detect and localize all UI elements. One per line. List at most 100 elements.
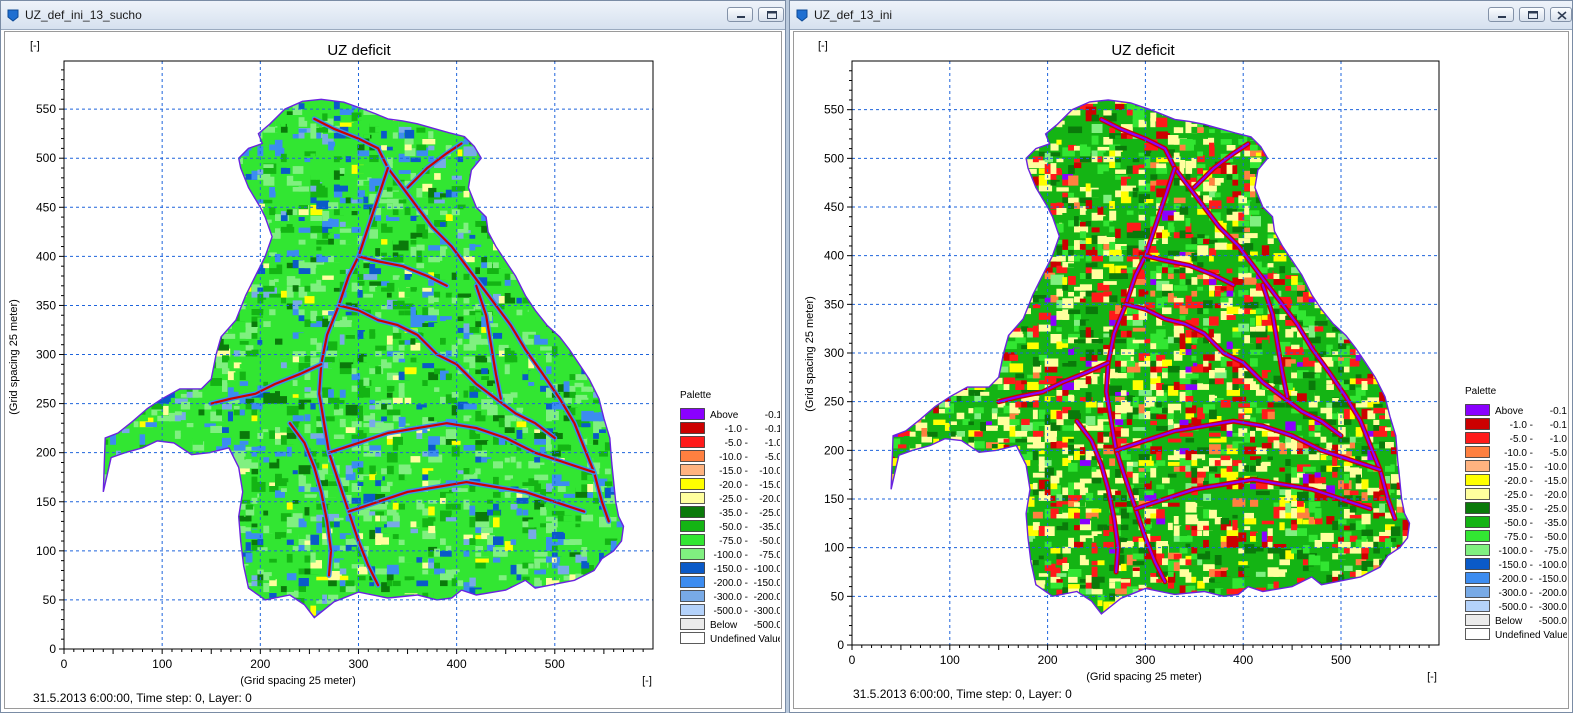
palette-label: -35.0 - xyxy=(719,508,748,519)
minimize-icon xyxy=(737,16,745,18)
palette-label: -75.0 - xyxy=(719,536,748,547)
palette-value: -150.0 xyxy=(754,578,783,589)
map-window-right[interactable]: UZ_def_13_ini [-] UZ deficit 0 100 200 300 4… xyxy=(789,0,1573,713)
unit-label-top: [-] xyxy=(30,40,40,52)
palette-label: -500.0 - xyxy=(1499,602,1533,613)
palette-swatch xyxy=(1465,460,1490,472)
palette-swatch xyxy=(1465,558,1490,570)
map-chart-area[interactable]: [-] UZ deficit 0 100 200 300 400 500 0 50 100 150… xyxy=(793,31,1569,709)
palette-label: -200.0 - xyxy=(1499,574,1533,585)
close-button[interactable] xyxy=(1550,7,1572,22)
y-tick-label: 350 xyxy=(824,297,844,311)
unit-label-bottom: [-] xyxy=(1427,671,1437,683)
close-icon xyxy=(1557,11,1567,20)
palette-swatch xyxy=(1465,418,1490,430)
window-title: UZ_def_13_ini xyxy=(814,8,893,22)
palette-value: -20.0 xyxy=(1544,490,1567,501)
restore-button[interactable] xyxy=(1519,7,1545,22)
palette-label: Undefined Value xyxy=(710,634,783,645)
palette-swatch xyxy=(680,478,705,490)
palette-swatch xyxy=(680,506,705,518)
x-tick-label: 500 xyxy=(545,657,565,671)
y-tick-label: 250 xyxy=(824,395,844,409)
palette-swatch xyxy=(1465,544,1490,556)
x-tick-label: 200 xyxy=(1038,653,1058,667)
palette-value: -25.0 xyxy=(1544,504,1567,515)
palette-value: -75.0 xyxy=(1544,546,1567,557)
y-axis-label: (Grid spacing 25 meter) xyxy=(804,296,816,412)
map-chart-area[interactable]: [-] UZ deficit 0 100 200 300 400 500 0 50 100 150… xyxy=(4,31,782,709)
x-tick-label: 0 xyxy=(849,653,856,667)
window-titlebar[interactable]: UZ_def_ini_13_sucho xyxy=(1,1,785,30)
palette-value: -75.0 xyxy=(759,550,782,561)
y-tick-label: 350 xyxy=(36,298,56,312)
y-tick-label: 300 xyxy=(824,346,844,360)
palette-label: -5.0 - xyxy=(725,438,748,449)
y-tick-label: 50 xyxy=(43,593,57,607)
y-tick-label: 450 xyxy=(824,200,844,214)
palette-swatch xyxy=(680,562,705,574)
y-tick-label: 150 xyxy=(824,492,844,506)
uz-deficit-map: [-] UZ deficit 0 100 200 300 400 500 0 50 100 150… xyxy=(804,40,1568,683)
palette-swatch xyxy=(680,590,705,602)
y-tick-label: 250 xyxy=(36,397,56,411)
map-window-left[interactable]: UZ_def_ini_13_sucho [-] UZ deficit 0 100 2… xyxy=(0,0,786,713)
y-tick-label: 450 xyxy=(36,200,56,214)
palette-label: -25.0 - xyxy=(719,494,748,505)
y-tick-label: 550 xyxy=(36,102,56,116)
status-bar: 31.5.2013 6:00:00, Time step: 0, Layer: … xyxy=(853,687,1072,701)
y-tick-label: 200 xyxy=(824,443,844,457)
palette-label: -35.0 - xyxy=(1504,504,1533,515)
x-tick-label: 300 xyxy=(1135,653,1155,667)
restore-icon xyxy=(767,11,777,19)
y-tick-label: 100 xyxy=(824,541,844,555)
x-axis-label: (Grid spacing 25 meter) xyxy=(1086,671,1202,683)
palette-label: -20.0 - xyxy=(1504,476,1533,487)
palette-swatch xyxy=(1465,572,1490,584)
minimize-button[interactable] xyxy=(727,7,753,22)
window-titlebar[interactable]: UZ_def_13_ini xyxy=(790,1,1572,30)
palette-swatch xyxy=(680,576,705,588)
y-tick-label: 550 xyxy=(824,103,844,117)
x-tick-label: 400 xyxy=(447,657,467,671)
palette-value: -1.0 xyxy=(1550,434,1568,445)
palette-legend: Palette Above -0.1 -1.0 - -0.1 -5.0 - -1.0 -10.… xyxy=(1465,386,1568,641)
palette-value: -25.0 xyxy=(759,508,782,519)
restore-button[interactable] xyxy=(758,7,784,22)
uz-deficit-map: [-] UZ deficit 0 100 200 300 400 500 0 50 100 150… xyxy=(8,40,783,687)
palette-value: -10.0 xyxy=(1544,462,1567,473)
palette-value: -15.0 xyxy=(1544,476,1567,487)
unit-label-top: [-] xyxy=(818,40,828,52)
palette-label: -100.0 - xyxy=(1499,546,1533,557)
palette-swatch xyxy=(680,520,705,532)
y-tick-label: 50 xyxy=(831,589,845,603)
palette-value: -100.0 xyxy=(754,564,783,575)
palette-swatch xyxy=(680,618,705,630)
palette-label: -20.0 - xyxy=(719,480,748,491)
window-title: UZ_def_ini_13_sucho xyxy=(25,8,142,22)
palette-value: -150.0 xyxy=(1539,574,1568,585)
y-tick-label: 300 xyxy=(36,348,56,362)
palette-swatch xyxy=(1465,586,1490,598)
palette-swatch xyxy=(680,450,705,462)
palette-swatch xyxy=(1465,530,1490,542)
palette-label: -100.0 - xyxy=(714,550,748,561)
palette-value: -35.0 xyxy=(1544,518,1567,529)
palette-label: Below xyxy=(1495,616,1523,627)
palette-value: -20.0 xyxy=(759,494,782,505)
minimize-button[interactable] xyxy=(1488,7,1514,22)
x-tick-label: 0 xyxy=(61,657,68,671)
chart-title: UZ deficit xyxy=(1111,42,1175,59)
x-tick-label: 100 xyxy=(152,657,172,671)
palette-label: -200.0 - xyxy=(714,578,748,589)
palette-value: -500.0 xyxy=(754,620,783,631)
restore-icon xyxy=(1528,11,1538,19)
palette-value: -50.0 xyxy=(759,536,782,547)
palette-title: Palette xyxy=(680,390,712,401)
palette-label: -300.0 - xyxy=(714,592,748,603)
palette-label: -1.0 - xyxy=(725,424,748,435)
palette-label: -300.0 - xyxy=(1499,588,1533,599)
palette-value: -5.0 xyxy=(765,452,783,463)
palette-swatch xyxy=(1465,628,1490,640)
palette-swatch xyxy=(680,422,705,434)
